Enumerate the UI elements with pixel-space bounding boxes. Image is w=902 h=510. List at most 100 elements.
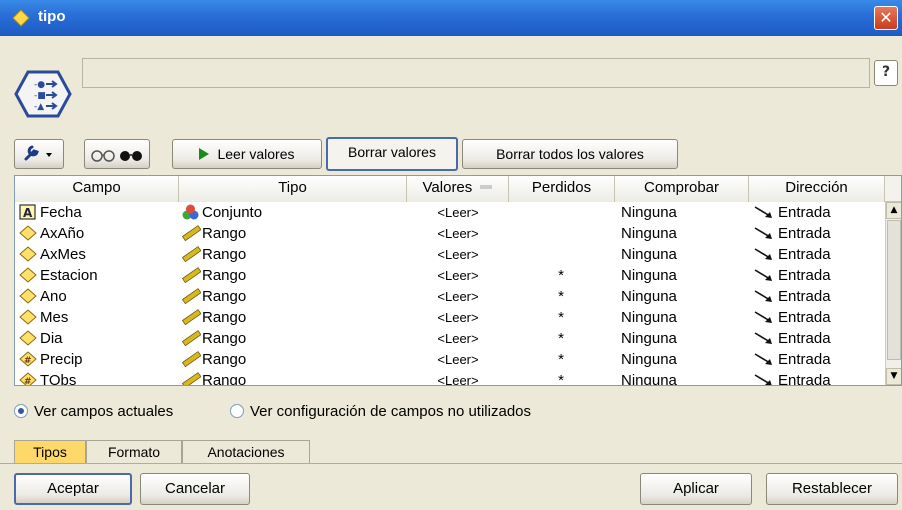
table-row[interactable]: # TObs Rango <Leer> * Ninguna Entrada	[15, 371, 885, 385]
close-button[interactable]: ✕	[874, 6, 898, 30]
aceptar-button[interactable]: Aceptar	[14, 473, 132, 505]
column-header-campo[interactable]: Campo	[15, 176, 179, 202]
cell-tipo[interactable]: Rango	[181, 308, 409, 329]
node-name-field[interactable]	[82, 58, 870, 88]
cell-valores[interactable]: <Leer>	[409, 203, 507, 224]
tab-tipos[interactable]: Tipos	[14, 440, 86, 464]
cell-direccion[interactable]: Entrada	[753, 350, 881, 371]
table-row[interactable]: Estacion Rango <Leer> * Ninguna Entrada	[15, 266, 885, 287]
cell-campo[interactable]: Estacion	[19, 266, 179, 287]
cell-valores[interactable]: <Leer>	[409, 266, 507, 287]
radio-ver-actuales[interactable]: Ver campos actuales	[14, 402, 173, 424]
cell-comprobar[interactable]: Ninguna	[621, 350, 749, 371]
radio-ver-no-utilizados[interactable]: Ver configuración de campos no utilizado…	[230, 402, 531, 424]
cell-tipo[interactable]: Conjunto	[181, 203, 409, 224]
aplicar-button[interactable]: Aplicar	[640, 473, 752, 505]
borrar-valores-button[interactable]: Borrar valores	[326, 137, 458, 171]
cell-tipo[interactable]: Rango	[181, 329, 409, 350]
cell-perdidos[interactable]: *	[507, 350, 615, 371]
cell-comprobar[interactable]: Ninguna	[621, 203, 749, 224]
derived-field-icon: #	[19, 372, 37, 385]
help-button[interactable]: ?	[874, 60, 898, 86]
cell-perdidos[interactable]	[507, 245, 615, 266]
diamond-icon	[12, 9, 30, 27]
cell-comprobar[interactable]: Ninguna	[621, 329, 749, 350]
cell-tipo[interactable]: Rango	[181, 287, 409, 308]
cell-valores[interactable]: <Leer>	[409, 224, 507, 245]
cell-perdidos[interactable]	[507, 224, 615, 245]
cell-direccion[interactable]: Entrada	[753, 266, 881, 287]
cell-perdidos[interactable]: *	[507, 308, 615, 329]
cell-direccion[interactable]: Entrada	[753, 371, 881, 385]
cell-campo[interactable]: AxMes	[19, 245, 179, 266]
table-row[interactable]: # Precip Rango <Leer> * Ninguna Entrada	[15, 350, 885, 371]
cell-comprobar[interactable]: Ninguna	[621, 371, 749, 385]
table-row[interactable]: A Fecha Conjunto <Leer> Ninguna Entrada	[15, 203, 885, 224]
cell-tipo[interactable]: Rango	[181, 371, 409, 385]
cell-direccion[interactable]: Entrada	[753, 224, 881, 245]
svg-text:#: #	[24, 356, 32, 366]
cell-tipo[interactable]: Rango	[181, 350, 409, 371]
tab-formato[interactable]: Formato	[86, 440, 182, 464]
table-row[interactable]: AxMes Rango <Leer> Ninguna Entrada	[15, 245, 885, 266]
tab-anotaciones[interactable]: Anotaciones	[182, 440, 310, 464]
campo-label: Fecha	[40, 204, 82, 221]
cell-campo[interactable]: # TObs	[19, 371, 179, 385]
column-header-perdidos[interactable]: Perdidos	[509, 176, 615, 202]
tools-menu-button[interactable]	[14, 139, 64, 169]
borrar-todos-valores-button[interactable]: Borrar todos los valores	[462, 139, 678, 169]
cancelar-button[interactable]: Cancelar	[140, 473, 250, 505]
restablecer-button[interactable]: Restablecer	[766, 473, 898, 505]
input-arrow-icon	[753, 204, 778, 221]
title-bar[interactable]: tipo ✕	[0, 0, 902, 36]
cell-direccion[interactable]: Entrada	[753, 203, 881, 224]
view-glasses-button[interactable]	[84, 139, 150, 169]
cell-valores[interactable]: <Leer>	[409, 350, 507, 371]
cell-direccion[interactable]: Entrada	[753, 308, 881, 329]
numeric-field-icon	[19, 330, 37, 346]
table-row[interactable]: Dia Rango <Leer> * Ninguna Entrada	[15, 329, 885, 350]
column-header-tipo[interactable]: Tipo	[179, 176, 407, 202]
cell-tipo[interactable]: Rango	[181, 245, 409, 266]
cell-perdidos[interactable]: *	[507, 266, 615, 287]
cell-valores[interactable]: <Leer>	[409, 245, 507, 266]
leer-valores-button[interactable]: Leer valores	[172, 139, 322, 169]
scroll-up-button[interactable]: ▲	[886, 202, 901, 219]
vertical-scrollbar[interactable]: ▲ ▼	[885, 202, 901, 385]
scroll-down-button[interactable]: ▼	[886, 368, 901, 385]
cell-direccion[interactable]: Entrada	[753, 287, 881, 308]
cell-comprobar[interactable]: Ninguna	[621, 245, 749, 266]
cell-valores[interactable]: <Leer>	[409, 371, 507, 385]
table-header: Campo Tipo Valores Perdidos Comprobar Di…	[15, 176, 901, 202]
cell-comprobar[interactable]: Ninguna	[621, 266, 749, 287]
cell-perdidos[interactable]: *	[507, 329, 615, 350]
cell-campo[interactable]: AxAño	[19, 224, 179, 245]
cell-campo[interactable]: # Precip	[19, 350, 179, 371]
cell-campo[interactable]: A Fecha	[19, 203, 179, 224]
cell-valores[interactable]: <Leer>	[409, 329, 507, 350]
column-header-valores-label: Valores	[422, 179, 473, 196]
column-header-comprobar[interactable]: Comprobar	[615, 176, 749, 202]
cell-comprobar[interactable]: Ninguna	[621, 308, 749, 329]
cell-perdidos[interactable]: *	[507, 287, 615, 308]
cell-perdidos[interactable]: *	[507, 371, 615, 385]
table-row[interactable]: AxAño Rango <Leer> Ninguna Entrada	[15, 224, 885, 245]
cell-tipo[interactable]: Rango	[181, 224, 409, 245]
cell-campo[interactable]: Dia	[19, 329, 179, 350]
cell-tipo[interactable]: Rango	[181, 266, 409, 287]
table-row[interactable]: Ano Rango <Leer> * Ninguna Entrada	[15, 287, 885, 308]
tipo-label: Rango	[202, 267, 247, 284]
cell-comprobar[interactable]: Ninguna	[621, 224, 749, 245]
column-header-valores[interactable]: Valores	[407, 176, 509, 202]
scroll-thumb[interactable]	[887, 220, 901, 360]
column-header-direccion[interactable]: Dirección	[749, 176, 885, 202]
cell-campo[interactable]: Mes	[19, 308, 179, 329]
cell-valores[interactable]: <Leer>	[409, 308, 507, 329]
table-row[interactable]: Mes Rango <Leer> * Ninguna Entrada	[15, 308, 885, 329]
cell-direccion[interactable]: Entrada	[753, 329, 881, 350]
cell-valores[interactable]: <Leer>	[409, 287, 507, 308]
cell-comprobar[interactable]: Ninguna	[621, 287, 749, 308]
cell-campo[interactable]: Ano	[19, 287, 179, 308]
cell-perdidos[interactable]	[507, 203, 615, 224]
cell-direccion[interactable]: Entrada	[753, 245, 881, 266]
